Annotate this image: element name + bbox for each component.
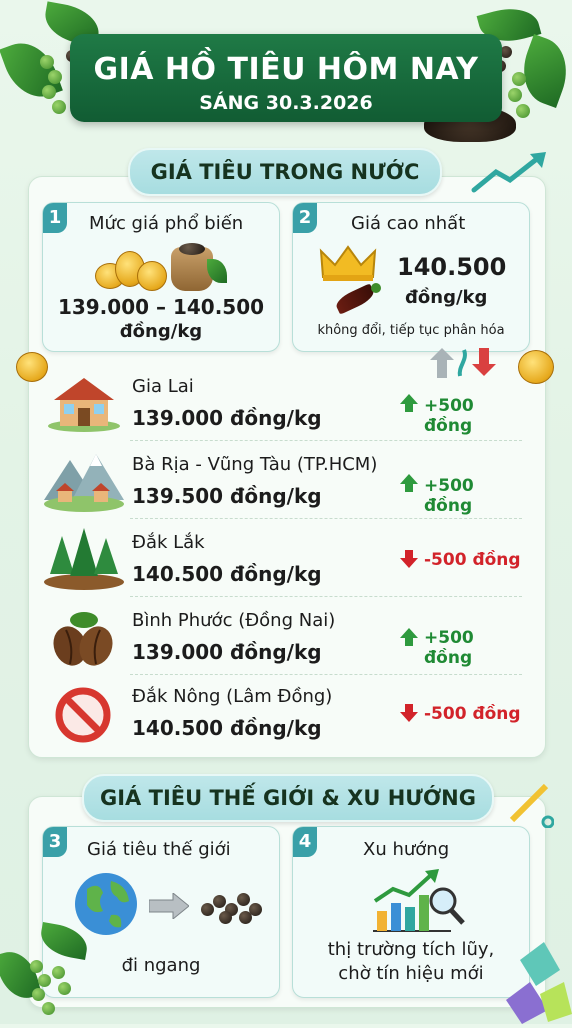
arrow-down-icon xyxy=(400,550,418,570)
price-change: +500 đồng xyxy=(424,476,474,516)
price-change: +500 đồng xyxy=(424,396,474,436)
pine-trees-icon xyxy=(44,526,124,590)
trend-line-1: thị trường tích lũy, xyxy=(327,939,495,960)
row-divider xyxy=(130,440,522,441)
region-name: Bình Phước (Đồng Nai) xyxy=(132,610,336,631)
mountain-village-icon xyxy=(44,450,124,512)
page-title: GIÁ HỒ TIÊU HÔM NAY xyxy=(93,52,479,87)
coin-stack-icon xyxy=(95,241,167,291)
arrow-up-icon xyxy=(400,628,418,648)
trend-arrow-icon xyxy=(470,150,550,194)
trend-card: 4 Xu hướng thị trường tích lũy, chờ tín … xyxy=(292,826,530,998)
region-price: 139.500 đồng/kg xyxy=(132,484,322,508)
common-price-range: 139.000 – 140.500 xyxy=(57,295,265,319)
region-row: Bà Rịa - Vũng Tàu (TP.HCM) 139.500 đồng/… xyxy=(40,446,526,518)
card-title: Xu hướng xyxy=(363,839,450,860)
region-name: Gia Lai xyxy=(132,376,194,397)
region-name: Đắk Nông (Lâm Đồng) xyxy=(132,686,333,707)
arrow-down-icon xyxy=(400,704,418,724)
world-section-title: GIÁ TIÊU THẾ GIỚI & XU HƯỚNG xyxy=(82,774,494,822)
row-divider xyxy=(130,518,522,519)
price-change: +500 đồng xyxy=(424,628,474,668)
region-price: 139.000 đồng/kg xyxy=(132,406,322,430)
highest-price-card: 2 Giá cao nhất 140.500 đồng/kg không đổi… xyxy=(292,202,530,352)
highest-price-value: 140.500 xyxy=(397,253,507,281)
region-row: Bình Phước (Đồng Nai) 139.000 đồng/kg +5… xyxy=(40,602,526,674)
common-price-unit: đồng/kg xyxy=(119,321,203,342)
card-number-badge: 3 xyxy=(43,827,67,857)
crown-icon xyxy=(319,243,377,283)
header-banner: GIÁ HỒ TIÊU HÔM NAY SÁNG 30.3.2026 xyxy=(70,34,502,122)
region-price: 139.000 đồng/kg xyxy=(132,640,322,664)
pepper-branch-bottom-icon xyxy=(0,920,91,1024)
prohibited-icon xyxy=(54,686,112,744)
card-number-badge: 4 xyxy=(293,827,317,857)
price-change: -500 đồng xyxy=(424,550,521,570)
page-subtitle: SÁNG 30.3.2026 xyxy=(199,92,373,114)
region-row: Gia Lai 139.000 đồng/kg +500 đồng xyxy=(40,368,526,440)
card-number-badge: 2 xyxy=(293,203,317,233)
pencil-icon xyxy=(504,778,555,829)
region-price: 140.500 đồng/kg xyxy=(132,562,322,586)
arrow-up-icon xyxy=(400,474,418,494)
card-title: Mức giá phổ biến xyxy=(89,213,244,234)
peppercorns-icon xyxy=(197,889,267,925)
card-title: Giá tiêu thế giới xyxy=(87,839,231,860)
region-name: Đắk Lắk xyxy=(132,532,205,553)
card-title: Giá cao nhất xyxy=(351,213,466,234)
region-row: Đắk Nông (Lâm Đồng) 140.500 đồng/kg -500… xyxy=(40,680,526,752)
domestic-section-title: GIÁ TIÊU TRONG NƯỚC xyxy=(128,148,442,196)
house-icon xyxy=(46,374,122,432)
region-name: Bà Rịa - Vũng Tàu (TP.HCM) xyxy=(132,454,378,475)
row-divider xyxy=(130,674,522,675)
price-change: -500 đồng xyxy=(424,704,521,724)
arrow-right-icon xyxy=(148,891,190,921)
highest-price-note: không đổi, tiếp tục phân hóa xyxy=(317,323,505,338)
arrow-up-icon xyxy=(400,394,418,414)
region-price: 140.500 đồng/kg xyxy=(132,716,322,740)
pepper-sack-icon xyxy=(171,243,227,291)
common-price-card: 1 Mức giá phổ biến 139.000 – 140.500 đồn… xyxy=(42,202,280,352)
chili-pepper-icon xyxy=(333,283,383,315)
row-divider xyxy=(130,596,522,597)
highest-price-unit: đồng/kg xyxy=(405,287,488,308)
bar-chart-magnifier-icon xyxy=(371,867,467,935)
trend-line-2: chờ tín hiệu mới xyxy=(338,963,484,984)
card-number-badge: 1 xyxy=(43,203,67,233)
coffee-beans-icon xyxy=(48,606,120,668)
crystal-decoration-icon xyxy=(500,930,572,1024)
region-row: Đắk Lắk 140.500 đồng/kg -500 đồng xyxy=(40,524,526,596)
